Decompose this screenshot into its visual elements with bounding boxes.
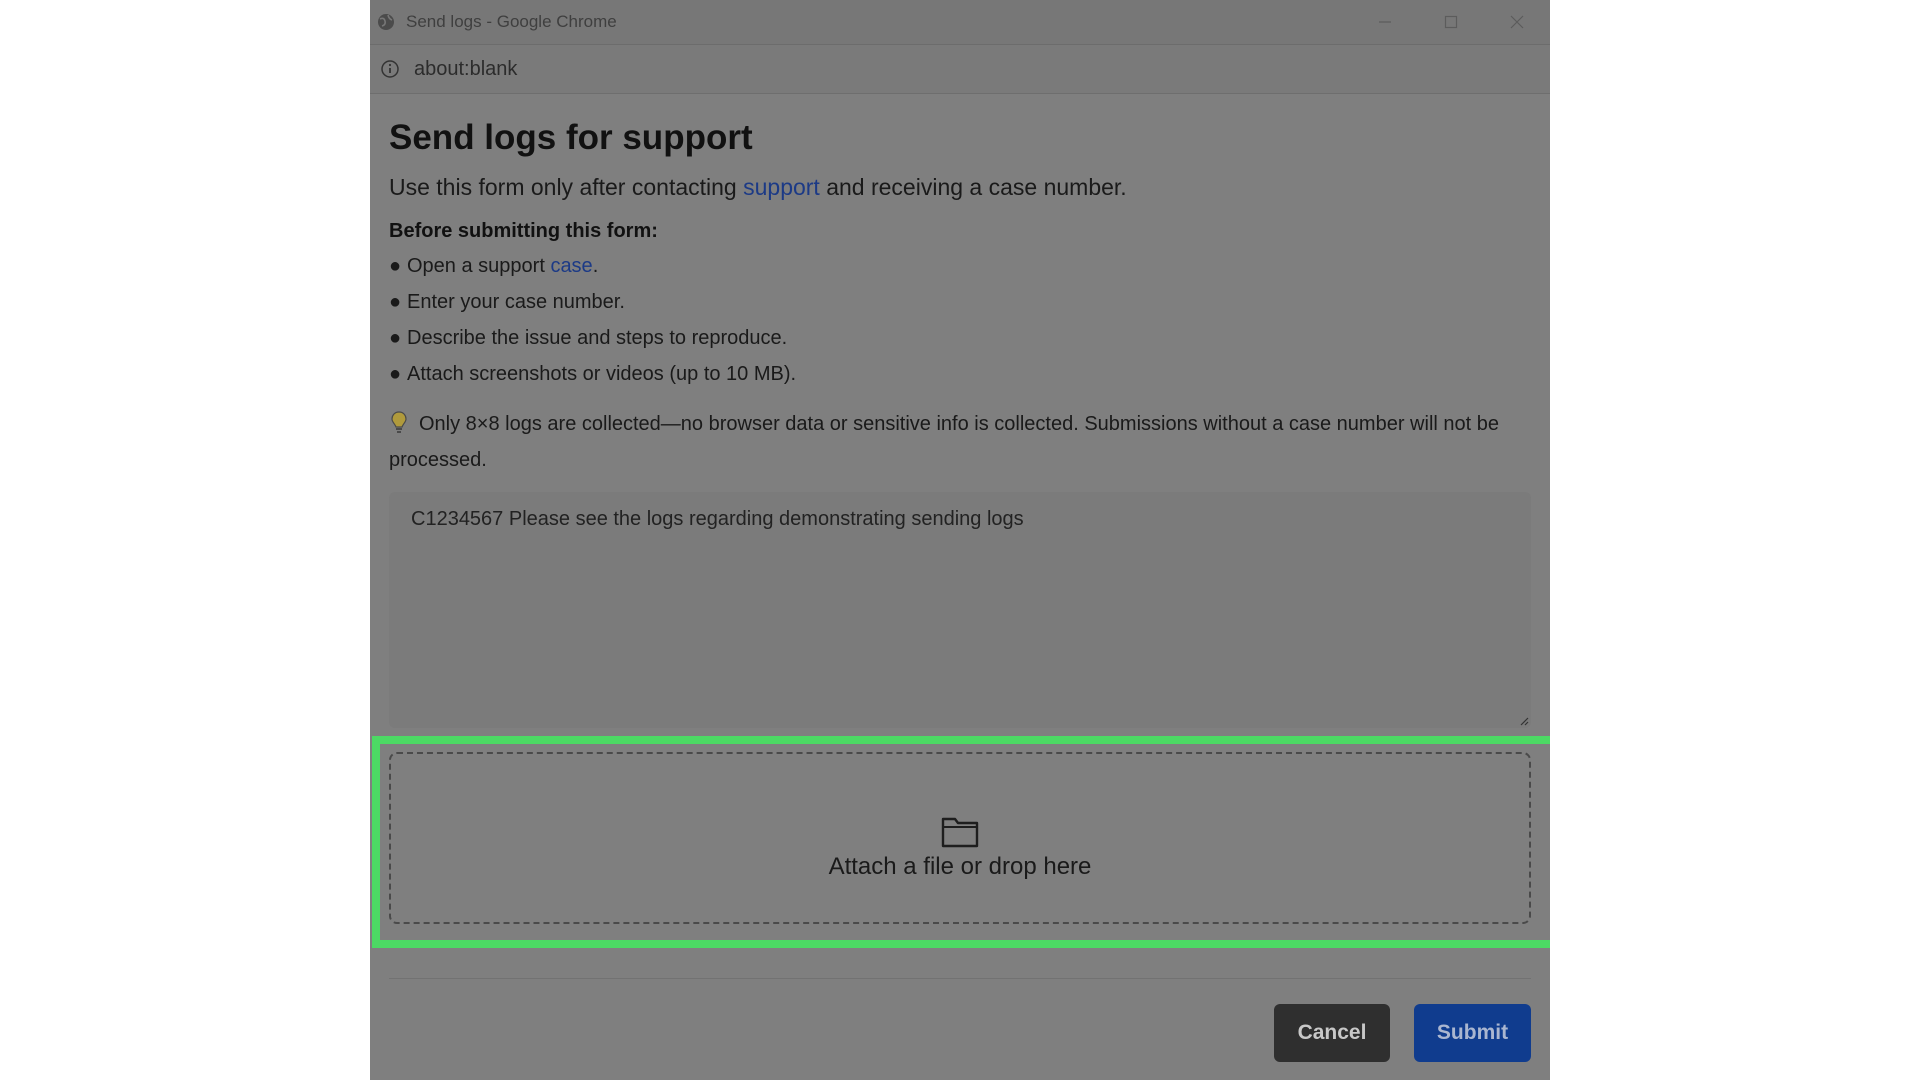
support-link[interactable]: support [743,174,820,200]
page-title: Send logs for support [389,118,753,157]
window-controls [1352,0,1550,44]
bullet: ● [389,291,402,313]
step-text: . [592,255,599,277]
notice-text: Only 8×8 logs are collected—no browser d… [389,406,1531,478]
description-textarea[interactable]: C1234567 Please see the logs regarding d… [389,492,1531,728]
step-text: Attach screenshots or videos (up to 10 M… [407,363,797,385]
notice-body: Only 8×8 logs are collected—no browser d… [389,413,1499,471]
intro-before: Use this form only after contacting [389,174,737,200]
folder-icon [941,817,979,848]
case-link[interactable]: case [550,255,592,277]
step-text: Open a support [407,255,545,277]
footer-divider [389,978,1531,979]
before-heading: Before submitting this form: [389,220,658,242]
resize-handle-icon[interactable] [1519,716,1529,726]
window-title: Send logs - Google Chrome [406,12,617,31]
step-text: Describe the issue and steps to reproduc… [407,327,788,349]
list-item: ● Enter your case number. [389,290,796,326]
chrome-globe-icon [378,14,394,30]
lightbulb-icon [391,411,407,433]
submit-button[interactable]: Submit [1414,1004,1531,1062]
file-dropzone[interactable]: Attach a file or drop here [389,752,1531,924]
close-button[interactable] [1484,0,1550,44]
dropzone-label: Attach a file or drop here [828,853,1092,880]
maximize-button[interactable] [1418,0,1484,44]
close-icon [1510,15,1524,29]
intro-after: and receiving a case number. [826,174,1127,200]
list-item: ● Attach screenshots or videos (up to 10 … [389,362,796,398]
url-text[interactable]: about:blank [414,58,517,81]
list-item: ● Open a support case. [389,254,796,290]
list-item: ● Describe the issue and steps to reprodu… [389,326,796,362]
cancel-button[interactable]: Cancel [1274,1004,1390,1062]
minimize-icon [1379,21,1391,23]
maximize-icon [1444,15,1458,29]
bullet: ● [389,363,402,385]
steps-list: ● Open a support case. ● Enter your case n… [389,254,796,398]
intro-text: Use this form only after contacting supp… [389,174,1127,201]
title-bar: Send logs - Google Chrome [370,0,1550,45]
minimize-button[interactable] [1352,0,1418,44]
info-icon[interactable] [380,59,400,79]
bullet: ● [389,255,402,277]
bullet: ● [389,327,402,349]
step-text: Enter your case number. [407,291,625,313]
browser-window: Send logs - Google Chrome about:blank Se… [370,0,1550,1080]
address-bar: about:blank [370,45,1550,94]
